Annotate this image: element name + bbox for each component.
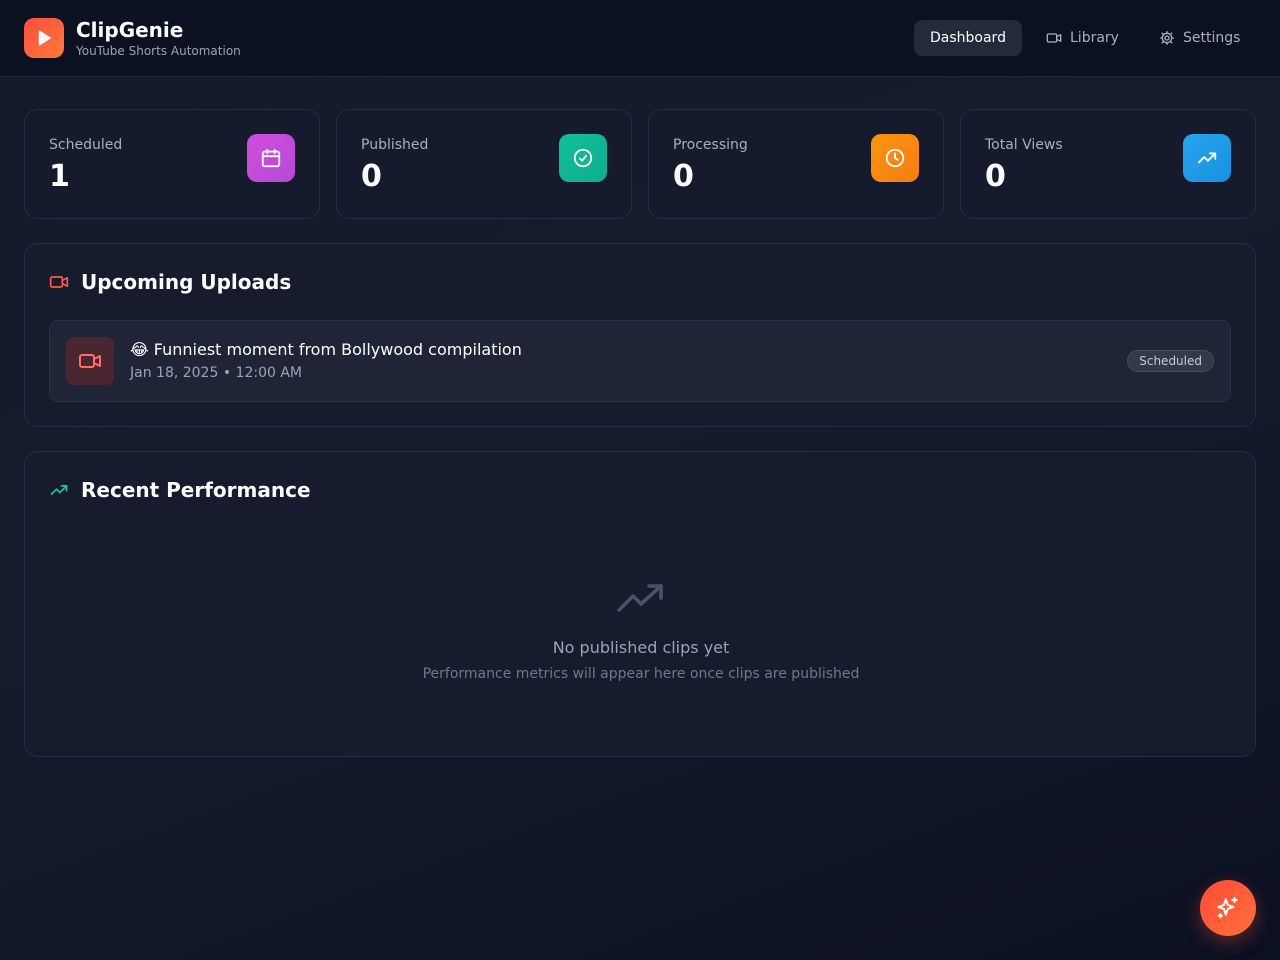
- clock-icon: [885, 148, 905, 168]
- thumbnail: [66, 337, 114, 385]
- calendar-icon: [261, 148, 281, 168]
- stat-card-processing: Processing 0: [648, 109, 944, 219]
- play-icon: [38, 30, 51, 46]
- stat-value: 0: [985, 159, 1006, 194]
- sparkles-icon: [1217, 896, 1238, 919]
- upload-item[interactable]: 😂 Funniest moment from Bollywood compila…: [49, 320, 1231, 402]
- stat-value: 0: [673, 159, 694, 194]
- stat-label: Published: [361, 137, 429, 153]
- video-camera-icon: [79, 354, 101, 368]
- empty-state-subtitle: Performance metrics will appear here onc…: [422, 666, 860, 682]
- app-tagline: YouTube Shorts Automation: [76, 44, 241, 58]
- video-camera-icon: [1046, 33, 1062, 43]
- trending-up-icon: [617, 584, 663, 612]
- trending-up-icon: [1197, 152, 1217, 164]
- recent-performance-panel: Recent Performance No published clips ye…: [24, 451, 1256, 757]
- stat-label: Total Views: [985, 137, 1063, 153]
- upload-title: 😂 Funniest moment from Bollywood compila…: [130, 340, 522, 359]
- stat-card-published: Published 0: [336, 109, 632, 219]
- nav-dashboard[interactable]: Dashboard: [914, 20, 1022, 56]
- check-circle-icon: [573, 148, 593, 168]
- stat-icon-box: [247, 134, 295, 182]
- stat-icon-box: [559, 134, 607, 182]
- nav-library[interactable]: Library: [1030, 20, 1135, 56]
- sparkles-fab-button[interactable]: [1200, 880, 1256, 936]
- stat-icon-box: [1183, 134, 1231, 182]
- stat-icon-box: [871, 134, 919, 182]
- nav-settings-label: Settings: [1183, 30, 1241, 46]
- empty-state-title: No published clips yet: [552, 638, 730, 657]
- app-name: ClipGenie: [76, 18, 184, 42]
- upcoming-uploads-panel: Upcoming Uploads 😂 Funniest moment from …: [24, 243, 1256, 427]
- stat-label: Processing: [673, 137, 748, 153]
- stat-card-scheduled: Scheduled 1: [24, 109, 320, 219]
- section-title: Recent Performance: [81, 478, 311, 502]
- stat-value: 1: [49, 159, 70, 194]
- status-badge: Scheduled: [1127, 350, 1214, 372]
- stat-card-total-views: Total Views 0: [960, 109, 1256, 219]
- nav-settings[interactable]: Settings: [1143, 20, 1256, 56]
- stat-label: Scheduled: [49, 137, 123, 153]
- gear-icon: [1160, 31, 1174, 45]
- nav-dashboard-label: Dashboard: [930, 30, 1006, 46]
- section-title: Upcoming Uploads: [81, 270, 292, 294]
- app-header: ClipGenie YouTube Shorts Automation Dash…: [0, 0, 1280, 77]
- upload-datetime: Jan 18, 2025 • 12:00 AM: [130, 365, 302, 381]
- trending-up-icon: [50, 485, 68, 495]
- logo[interactable]: [24, 18, 64, 58]
- nav-library-label: Library: [1070, 30, 1119, 46]
- video-camera-icon: [49, 276, 69, 288]
- stat-value: 0: [361, 159, 382, 194]
